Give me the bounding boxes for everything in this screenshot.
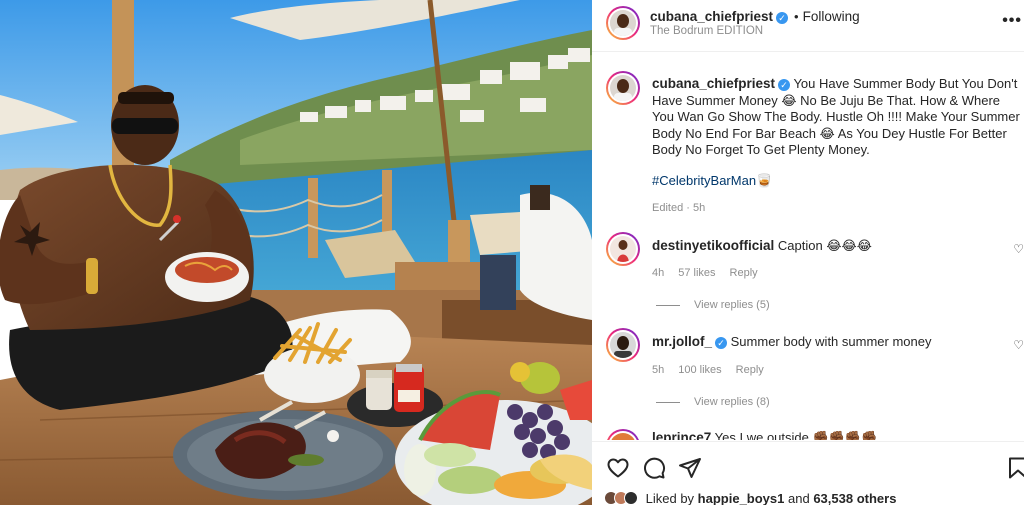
comment: destinyetikoofficial Caption 😂😂😂 [652, 238, 1012, 255]
bookmark-icon[interactable] [1006, 456, 1024, 480]
caption-hashtag[interactable]: #CelebrityBarMan🥃 [652, 173, 772, 190]
comment-like-heart-icon[interactable]: ♡ [1013, 242, 1024, 256]
caption-meta: Edited · 5h [652, 202, 706, 214]
comment: mr.jollof_ ✓ Summer body with summer mone… [652, 334, 1012, 351]
comment-icon[interactable] [642, 456, 666, 480]
caption-time: 5h [692, 202, 706, 214]
caption-author-avatar[interactable] [606, 71, 640, 105]
comment-like-heart-icon[interactable]: ♡ [1013, 338, 1024, 352]
more-options-icon[interactable]: ••• [1002, 12, 1022, 30]
comment-text: Caption 😂😂😂 [777, 238, 872, 253]
author-avatar[interactable] [606, 6, 640, 40]
comment-time: 5h [652, 364, 665, 376]
comment-author[interactable]: leprince7 [652, 430, 711, 440]
comment-likes[interactable]: 100 likes [678, 364, 721, 376]
caption-verified-badge-icon: ✓ [778, 79, 791, 91]
comment: leprince7 Yes I we outside ✊🏾✊🏾✊🏾✊🏾 [652, 430, 1012, 440]
post-header: cubana_chiefpriest ✓ • Following The Bodrum… [592, 0, 1024, 52]
comment-meta: 4h 57 likes Reply [652, 267, 772, 279]
comment-text: Summer body with summer money [730, 334, 932, 349]
replies-divider [656, 304, 680, 306]
view-replies-label: View replies (5) [694, 299, 770, 311]
post-side-panel: cubana_chiefpriest ✓ • Following The Bodrum… [592, 0, 1024, 505]
comment-avatar-destinyetikoofficial[interactable] [606, 232, 640, 266]
comment-author[interactable]: mr.jollof_ [652, 334, 712, 349]
likes-summary[interactable]: Liked by happie_boys1 and 63,538 others [604, 491, 896, 505]
likes-count[interactable]: 63,538 others [813, 491, 896, 505]
caption-author[interactable]: cubana_chiefpriest [652, 76, 775, 91]
commenter-photo-icon [610, 236, 636, 262]
verified-badge-icon: ✓ [776, 12, 789, 24]
comment-time: 4h [652, 267, 665, 279]
likes-prefix: Liked by [645, 491, 695, 505]
comment-avatar-leprince7[interactable] [606, 429, 640, 440]
post-photo-illustration [0, 0, 592, 505]
view-replies-button[interactable]: View replies (8) [656, 396, 770, 408]
following-button[interactable]: Following [803, 9, 860, 24]
author-username[interactable]: cubana_chiefpriest [650, 9, 773, 24]
liker-avatar [624, 491, 638, 505]
comment-reply-button[interactable]: Reply [736, 364, 764, 376]
caption-edited: Edited [652, 202, 684, 214]
comment-verified-badge-icon: ✓ [715, 337, 728, 349]
commenter-photo-icon [610, 332, 636, 358]
likes-user[interactable]: happie_boys1 [698, 491, 785, 505]
view-replies-button[interactable]: View replies (5) [656, 299, 770, 311]
comments-list[interactable]: cubana_chiefpriest ✓ You Have Summer Body… [592, 52, 1024, 440]
replies-divider [656, 401, 680, 403]
heart-icon[interactable] [606, 456, 630, 480]
liker-avatars [604, 491, 638, 505]
view-replies-label: View replies (8) [694, 396, 770, 408]
caption-author-photo-icon [610, 75, 636, 101]
comment-author[interactable]: destinyetikoofficial [652, 238, 774, 253]
comment-avatar-mr-jollof[interactable] [606, 328, 640, 362]
post-caption: cubana_chiefpriest ✓ You Have Summer Body… [652, 76, 1024, 159]
post-photo[interactable] [0, 0, 592, 505]
likes-middle: and [788, 491, 810, 505]
separator-dot: • [794, 9, 799, 24]
comment-reply-button[interactable]: Reply [730, 267, 758, 279]
comment-meta: 5h 100 likes Reply [652, 364, 778, 376]
post-location[interactable]: The Bodrum EDITION [650, 25, 763, 37]
comment-likes[interactable]: 57 likes [678, 267, 715, 279]
author-photo-icon [610, 10, 636, 36]
comment-text: Yes I we outside ✊🏾✊🏾✊🏾✊🏾 [714, 430, 878, 440]
share-icon[interactable] [678, 456, 702, 480]
